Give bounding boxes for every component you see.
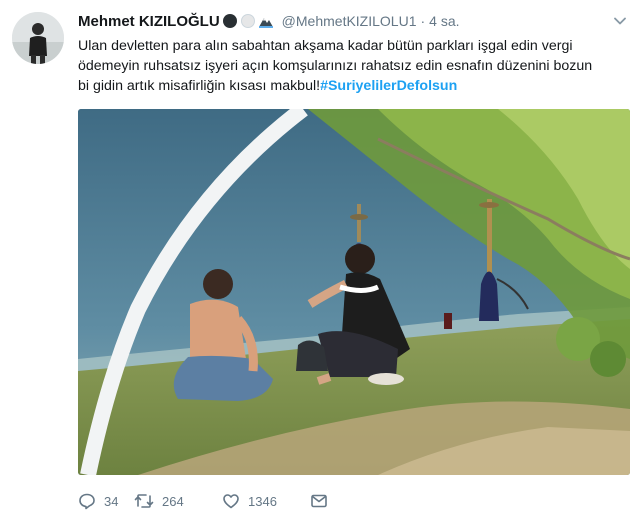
- heart-icon: [223, 494, 239, 509]
- retweet-button[interactable]: 264: [134, 492, 222, 510]
- envelope-icon: [311, 494, 327, 508]
- black-circle-icon: [222, 14, 237, 28]
- more-options-button[interactable]: [610, 12, 630, 30]
- reply-button[interactable]: 34: [78, 492, 134, 510]
- reply-icon: [79, 493, 95, 510]
- tweet-photo[interactable]: [78, 109, 630, 475]
- retweet-icon: [134, 494, 154, 508]
- tweet-text-line: bi gidin artık misafirliğin kısası makbu…: [78, 76, 630, 96]
- like-button[interactable]: 1346: [222, 492, 310, 510]
- retweet-count: 264: [162, 493, 184, 509]
- mountain-icon: [258, 18, 273, 28]
- tweet-header: Mehmet KIZILOĞLU @MehmetKIZILOLU1 · 4 sa…: [78, 10, 460, 32]
- avatar-image: [12, 12, 64, 64]
- name-emojis: [222, 13, 274, 29]
- tweet: Mehmet KIZILOĞLU @MehmetKIZILOLU1 · 4 sa…: [0, 0, 640, 520]
- white-circle-icon: [240, 14, 255, 28]
- separator-dot: ·: [420, 13, 426, 29]
- like-count: 1346: [248, 493, 277, 509]
- reply-count: 34: [104, 493, 119, 509]
- tweet-text-line: ödemeyin ruhsatsız işyeri açın komşuları…: [78, 58, 593, 74]
- tweet-text-tail: bi gidin artık misafirliğin kısası makbu…: [78, 78, 321, 94]
- tweet-text: Ulan devletten para alın sabahtan akşama…: [78, 36, 630, 96]
- tweet-timestamp[interactable]: 4 sa.: [429, 13, 459, 29]
- tweet-text-line: Ulan devletten para alın sabahtan akşama…: [78, 38, 573, 54]
- chevron-down-icon: [614, 17, 626, 25]
- tweet-actions: 34 264 1346: [78, 490, 328, 512]
- hashtag-link[interactable]: #SuriyelilerDefolsun: [320, 78, 457, 94]
- avatar[interactable]: [12, 12, 64, 64]
- user-handle[interactable]: @MehmetKIZILOLU1: [282, 13, 417, 29]
- photo-content: [78, 109, 630, 475]
- direct-message-button[interactable]: [310, 492, 328, 510]
- display-name[interactable]: Mehmet KIZILOĞLU: [78, 13, 220, 30]
